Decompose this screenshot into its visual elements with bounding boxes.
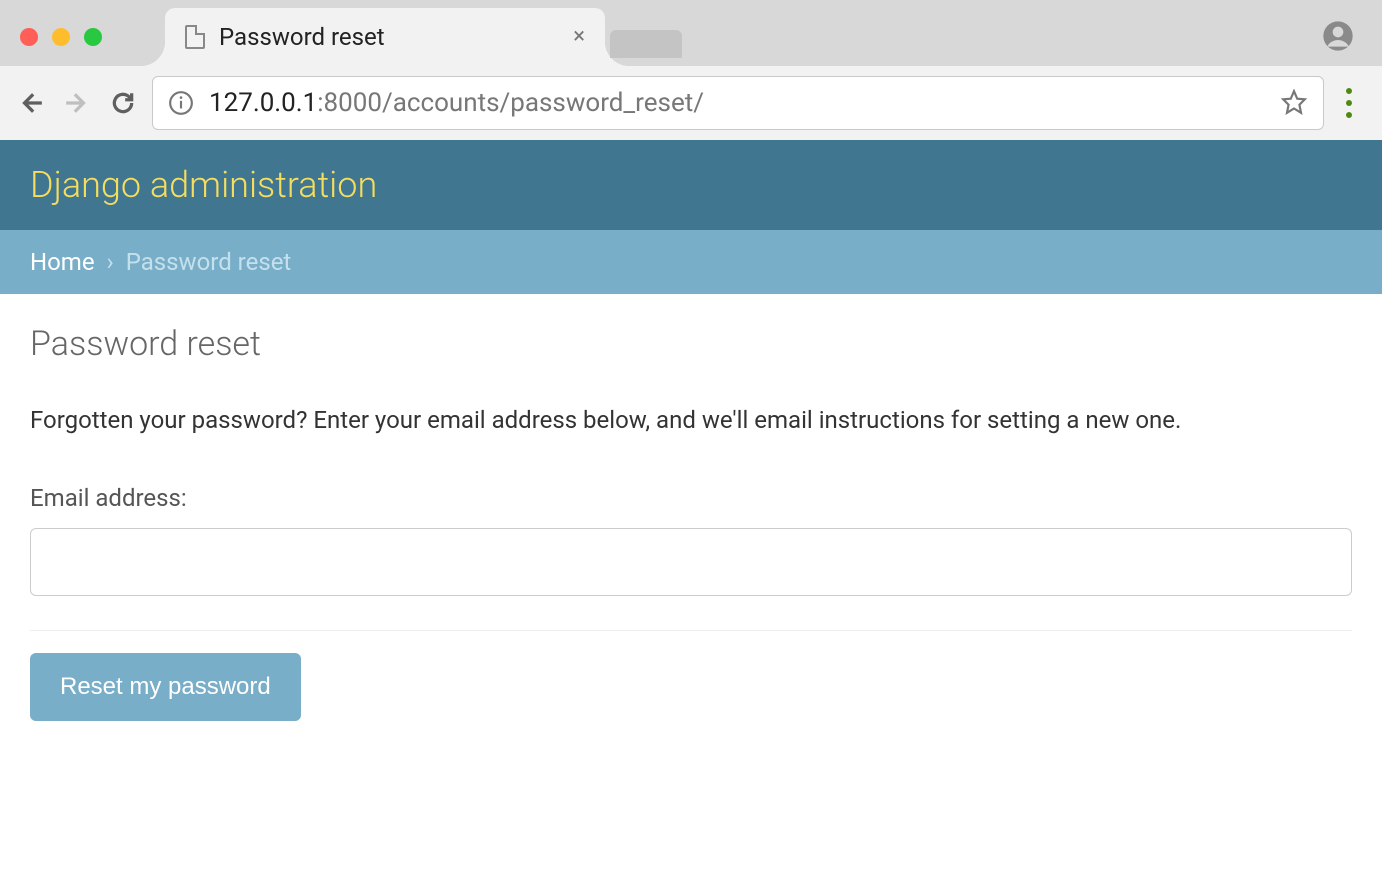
window-maximize-button[interactable] [84, 28, 102, 46]
breadcrumb-home-link[interactable]: Home [30, 248, 95, 276]
tab-strip: Password reset × [0, 0, 1382, 66]
bookmark-star-icon[interactable] [1281, 89, 1309, 117]
breadcrumb-separator: › [107, 248, 114, 276]
page-title: Password reset [30, 324, 1352, 364]
site-info-icon[interactable] [167, 89, 195, 117]
url-path: :8000/accounts/password_reset/ [317, 88, 704, 118]
forward-button[interactable] [60, 86, 94, 120]
profile-icon[interactable] [1322, 20, 1354, 56]
browser-menu-button[interactable] [1336, 88, 1362, 118]
breadcrumb-current: Password reset [126, 248, 292, 276]
tab-close-button[interactable]: × [573, 26, 585, 48]
address-bar[interactable]: 127.0.0.1:8000/accounts/password_reset/ [152, 76, 1324, 130]
site-header: Django administration [0, 140, 1382, 230]
window-minimize-button[interactable] [52, 28, 70, 46]
site-title: Django administration [30, 164, 1352, 206]
email-field-row: Email address: [30, 484, 1352, 596]
browser-chrome: Password reset × 127.0.0.1:8000/accounts… [0, 0, 1382, 140]
window-controls [20, 28, 102, 46]
back-button[interactable] [14, 86, 48, 120]
window-close-button[interactable] [20, 28, 38, 46]
reload-button[interactable] [106, 86, 140, 120]
reset-password-button[interactable]: Reset my password [30, 653, 301, 721]
email-label: Email address: [30, 484, 1352, 512]
submit-row: Reset my password [30, 630, 1352, 721]
email-input[interactable] [30, 528, 1352, 596]
browser-toolbar: 127.0.0.1:8000/accounts/password_reset/ [0, 66, 1382, 140]
url-host: 127.0.0.1 [209, 88, 317, 118]
url-display: 127.0.0.1:8000/accounts/password_reset/ [209, 88, 704, 118]
new-tab-button[interactable] [610, 30, 682, 58]
tab-title: Password reset [219, 23, 559, 51]
breadcrumb: Home › Password reset [0, 230, 1382, 294]
browser-tab[interactable]: Password reset × [165, 8, 605, 66]
page-icon [185, 25, 205, 49]
main-content: Password reset Forgotten your password? … [0, 294, 1382, 781]
help-text: Forgotten your password? Enter your emai… [30, 402, 1352, 438]
